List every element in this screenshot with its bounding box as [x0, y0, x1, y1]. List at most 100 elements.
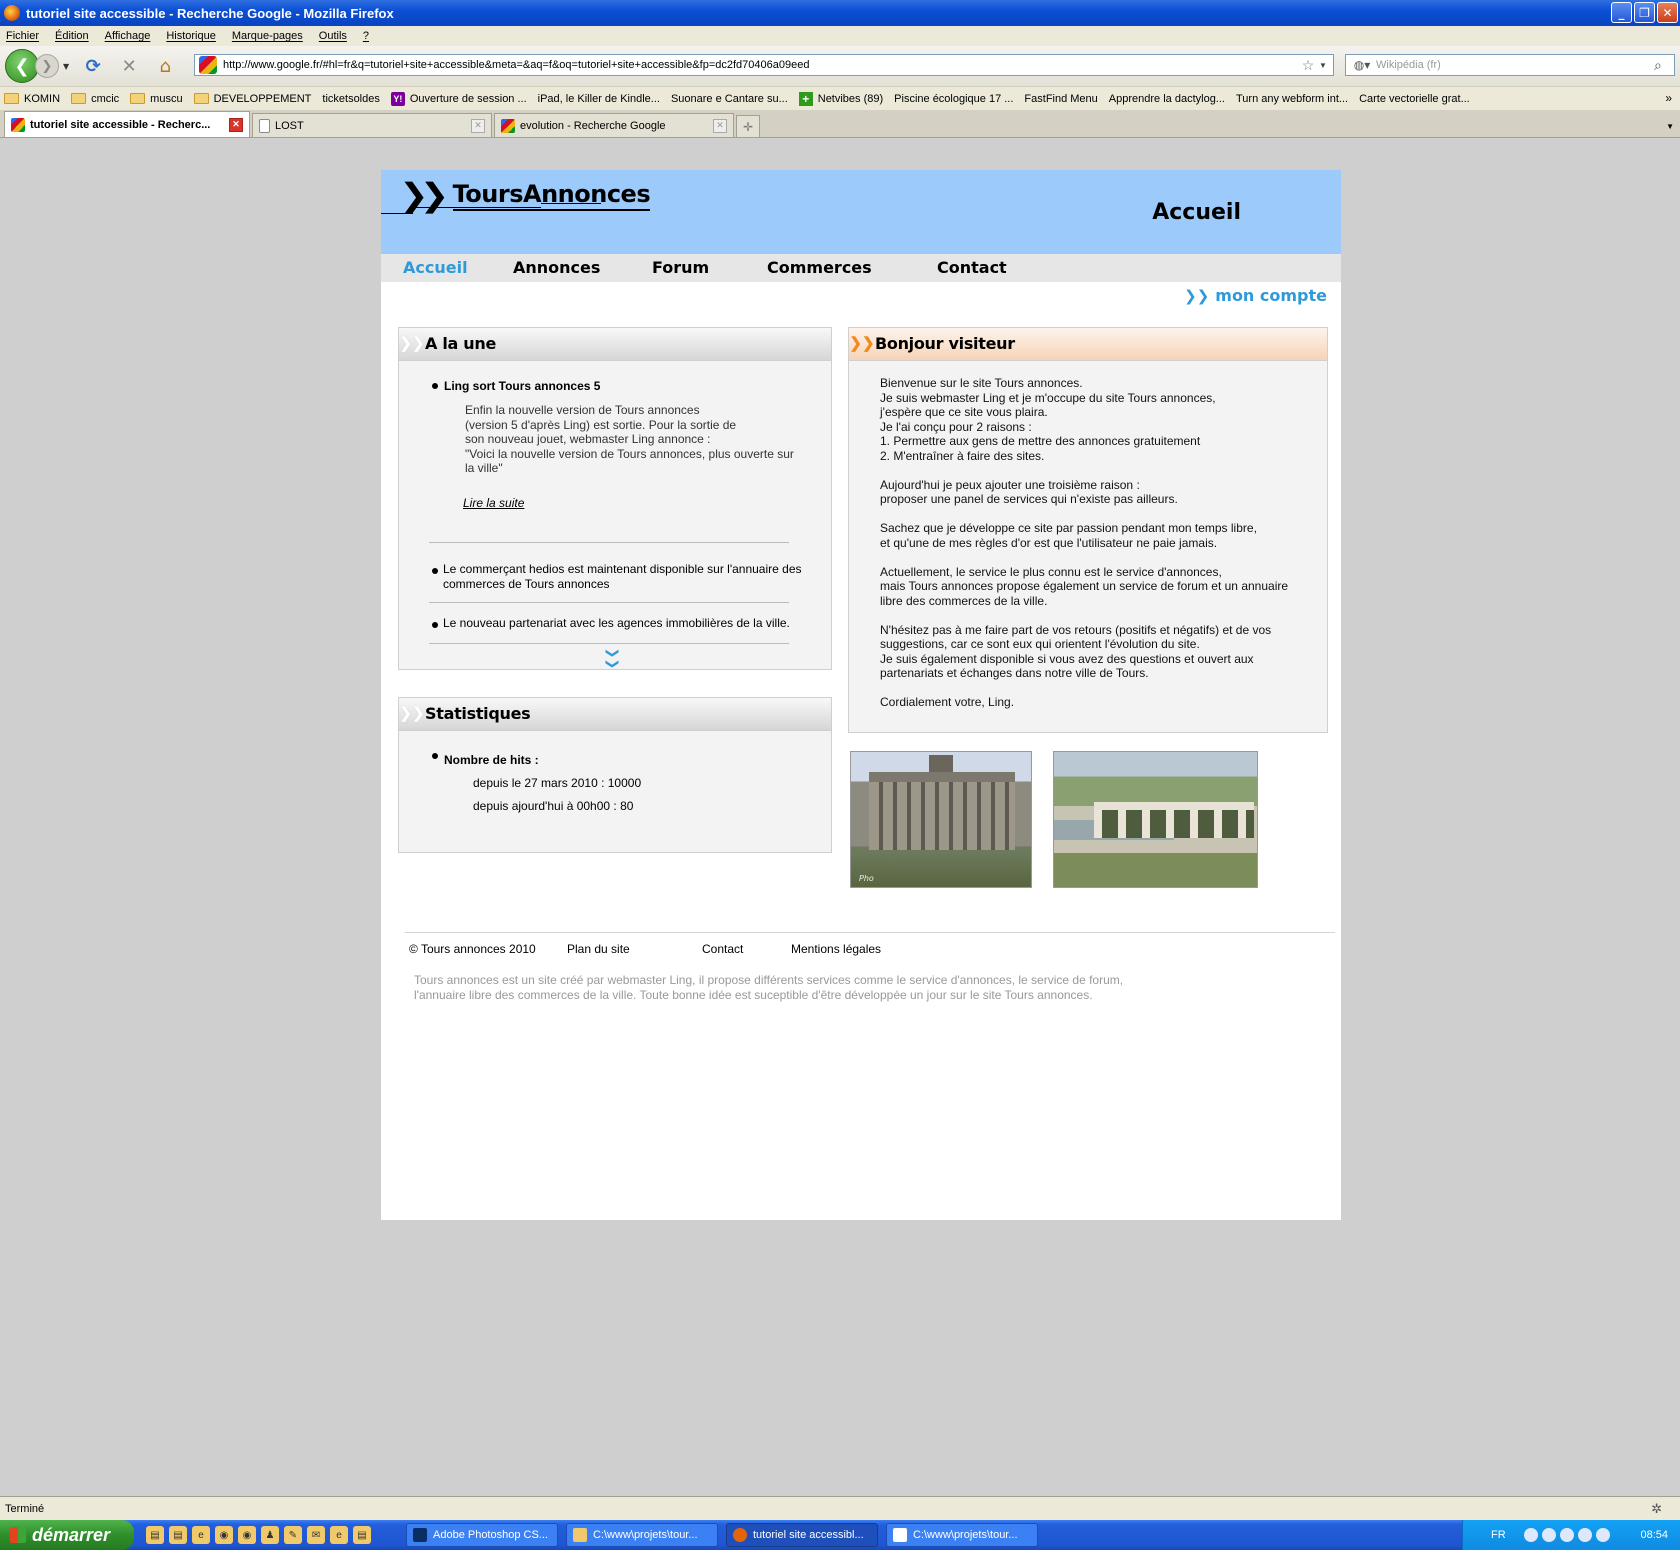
bookmark-dactylo[interactable]: Apprendre la dactylog...: [1109, 93, 1225, 105]
language-indicator[interactable]: FR: [1491, 1529, 1506, 1541]
logo-underline: [541, 203, 601, 204]
footer-link-plan[interactable]: Plan du site: [567, 942, 630, 956]
minimize-button[interactable]: _: [1611, 2, 1632, 23]
news-item[interactable]: Le commerçant hedios est maintenant disp…: [443, 562, 803, 591]
tray-network-icon[interactable]: [1523, 1528, 1538, 1542]
messenger-icon[interactable]: ♟: [261, 1526, 279, 1544]
folder-icon[interactable]: ▤: [169, 1526, 187, 1544]
tool-icon[interactable]: ✎: [284, 1526, 302, 1544]
bookmark-fastfind[interactable]: FastFind Menu: [1024, 93, 1097, 105]
maximize-button[interactable]: ❐: [1634, 2, 1655, 23]
welcome-box: ❯❯ Bonjour visiteur Bienvenue sur le sit…: [848, 327, 1328, 733]
nav-commerces[interactable]: Commerces: [767, 258, 872, 277]
bookmark-piscine[interactable]: Piscine écologique 17 ...: [894, 93, 1013, 105]
start-label: démarrer: [32, 1524, 111, 1545]
tray-security-icon[interactable]: [1577, 1528, 1592, 1542]
close-window-button[interactable]: ✕: [1657, 2, 1678, 23]
tray-monitor-icon[interactable]: [1541, 1528, 1556, 1542]
stop-icon[interactable]: ✕: [115, 52, 143, 80]
new-tab-button[interactable]: ✛: [736, 115, 760, 137]
menu-marque-pages[interactable]: Marque-pages: [232, 30, 303, 42]
bridge-photo: [1053, 751, 1258, 888]
bookmark-ipad[interactable]: iPad, le Killer de Kindle...: [538, 93, 660, 105]
bookmark-netvibes[interactable]: + Netvibes (89): [798, 91, 883, 106]
more-news-chevron-icon[interactable]: ❯❯: [604, 648, 619, 670]
close-tab-icon[interactable]: ✕: [471, 118, 485, 133]
tab-tutoriel[interactable]: tutoriel site accessible - Recherc... ✕: [4, 111, 250, 137]
my-account-link[interactable]: ❯❯ mon compte: [1184, 286, 1327, 305]
menu-help[interactable]: ?: [363, 30, 369, 42]
nav-annonces[interactable]: Annonces: [513, 258, 600, 277]
welcome-paragraph: Cordialement votre, Ling.: [880, 695, 1015, 709]
forward-button[interactable]: ❯: [35, 54, 59, 78]
bookmark-suonare[interactable]: Suonare e Cantare su...: [671, 93, 788, 105]
nav-contact[interactable]: Contact: [937, 258, 1007, 277]
my-account-label: mon compte: [1215, 286, 1327, 305]
url-text[interactable]: http://www.google.fr/#hl=fr&q=tutoriel+s…: [223, 59, 1297, 71]
window-controls: _ ❐ ✕: [1611, 2, 1678, 23]
task-folder-1[interactable]: C:\www\projets\tour...: [566, 1523, 718, 1547]
news-item-title: Ling sort Tours annonces 5: [444, 379, 601, 393]
task-photoshop[interactable]: Adobe Photoshop CS...: [406, 1523, 558, 1547]
bookmark-carte[interactable]: Carte vectorielle grat...: [1359, 93, 1470, 105]
nav-forum[interactable]: Forum: [652, 258, 709, 277]
tray-shield-icon[interactable]: [1595, 1528, 1610, 1542]
home-icon[interactable]: ⌂: [151, 52, 179, 80]
footer-divider: [405, 932, 1335, 933]
menu-fichier[interactable]: Fichier: [6, 30, 39, 42]
back-button[interactable]: ❮: [5, 49, 39, 83]
bookmarks-overflow-icon[interactable]: »: [1665, 91, 1672, 105]
close-tab-icon[interactable]: ✕: [713, 118, 727, 133]
photoshop-icon: [413, 1528, 427, 1542]
url-dropdown-icon[interactable]: ▼: [1319, 61, 1333, 70]
ie-icon[interactable]: e: [330, 1526, 348, 1544]
close-tab-icon[interactable]: ✕: [229, 117, 243, 132]
addon-gear-icon[interactable]: ✲: [1651, 1501, 1662, 1517]
bookmark-ticketsoldes[interactable]: ticketsoldes: [322, 93, 379, 105]
ie-icon[interactable]: e: [192, 1526, 210, 1544]
address-bar[interactable]: http://www.google.fr/#hl=fr&q=tutoriel+s…: [194, 54, 1334, 76]
logo-text: ToursAnnonces: [452, 180, 651, 211]
menu-edition[interactable]: Édition: [55, 30, 89, 42]
search-engine-icon[interactable]: ◍▾: [1348, 56, 1376, 74]
bookmark-folder-muscu[interactable]: muscu: [130, 93, 183, 105]
windows-flag-icon: [10, 1527, 26, 1543]
welcome-paragraph: Actuellement, le service le plus connu e…: [880, 564, 1289, 608]
menu-historique[interactable]: Historique: [166, 30, 216, 42]
start-button[interactable]: démarrer: [0, 1520, 134, 1550]
bookmark-star-icon[interactable]: ☆: [1297, 57, 1319, 74]
folder-icon[interactable]: ▤: [353, 1526, 371, 1544]
nav-accueil[interactable]: Accueil: [403, 258, 468, 277]
footer-link-contact[interactable]: Contact: [702, 942, 743, 956]
tab-evolution[interactable]: evolution - Recherche Google ✕: [494, 113, 734, 137]
bookmark-ouverture-session[interactable]: Y! Ouverture de session ...: [390, 91, 527, 106]
reload-icon[interactable]: ⟳: [79, 52, 107, 80]
bookmark-folder-komin[interactable]: KOMIN: [4, 93, 60, 105]
tab-lost[interactable]: LOST ✕: [252, 113, 492, 137]
welcome-paragraph: Sachez que je développe ce site par pass…: [880, 521, 1257, 550]
firefox-icon[interactable]: ◉: [238, 1526, 256, 1544]
page-favicon-icon: [259, 118, 270, 133]
search-input[interactable]: Wikipédia (fr): [1376, 59, 1654, 71]
search-bar[interactable]: ◍▾ Wikipédia (fr) ⌕: [1345, 54, 1675, 76]
news-box-title: A la une: [425, 333, 497, 353]
mail-icon[interactable]: ✉: [307, 1526, 325, 1544]
explorer-icon[interactable]: ▤: [146, 1526, 164, 1544]
tab-list-dropdown-icon[interactable]: ▼: [1666, 122, 1674, 131]
bookmark-webform[interactable]: Turn any webform int...: [1236, 93, 1348, 105]
site-logo[interactable]: ❯❯ ToursAnnonces: [399, 176, 651, 214]
task-folder-2[interactable]: C:\www\projets\tour...: [886, 1523, 1038, 1547]
chrome-icon[interactable]: ◉: [215, 1526, 233, 1544]
menu-outils[interactable]: Outils: [319, 30, 347, 42]
bookmark-folder-cmcic[interactable]: cmcic: [71, 93, 119, 105]
tray-app-icon[interactable]: [1559, 1528, 1574, 1542]
news-item[interactable]: Le nouveau partenariat avec les agences …: [443, 616, 813, 631]
search-icon[interactable]: ⌕: [1654, 57, 1674, 74]
menu-affichage[interactable]: Affichage: [105, 30, 151, 42]
history-dropdown-icon[interactable]: ▼: [63, 62, 69, 71]
task-firefox[interactable]: tutoriel site accessibl...: [726, 1523, 878, 1547]
bookmark-folder-developpement[interactable]: DEVELOPPEMENT: [193, 93, 311, 105]
welcome-paragraph: Bienvenue sur le site Tours annonces. Je…: [880, 376, 1216, 463]
read-more-link[interactable]: Lire la suite: [463, 496, 524, 511]
footer-link-mentions[interactable]: Mentions légales: [791, 942, 881, 956]
